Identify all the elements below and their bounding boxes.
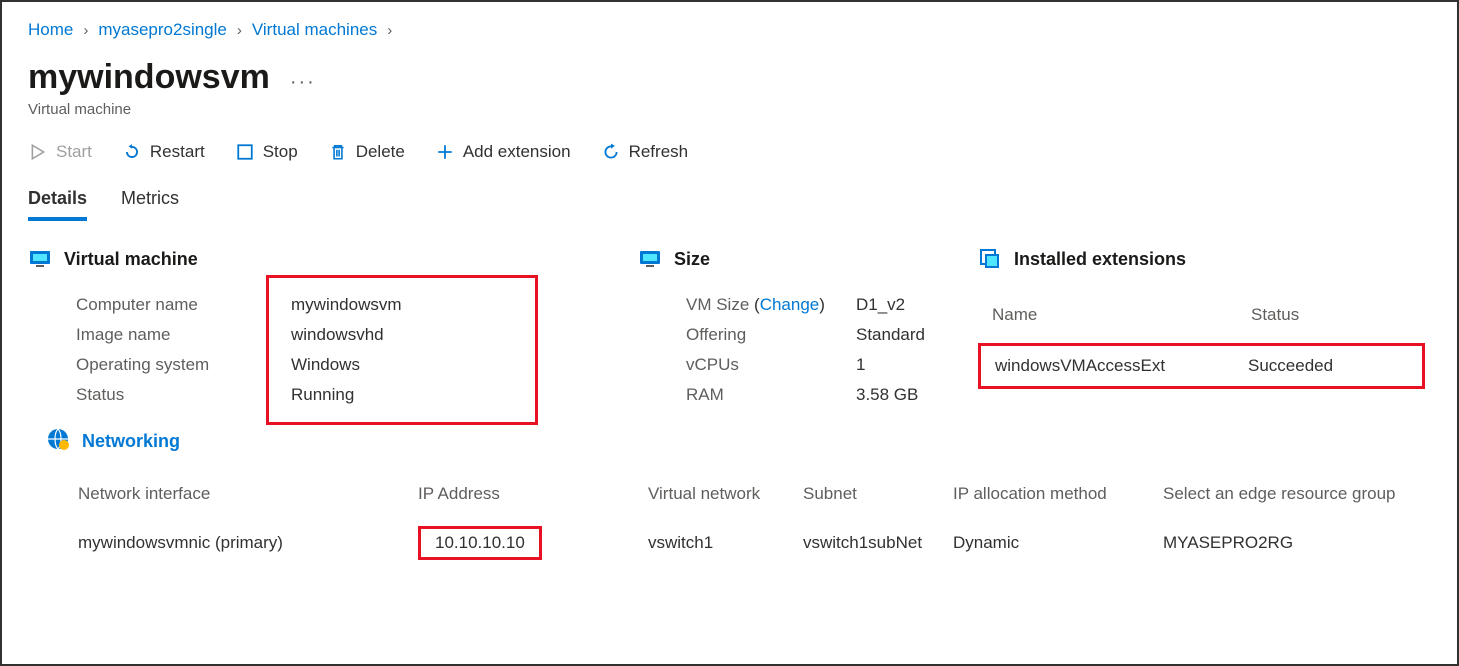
section-networking-title: Networking: [82, 431, 180, 452]
page-title: mywindowsvm: [28, 58, 270, 97]
add-extension-button[interactable]: Add extension: [435, 142, 571, 162]
ext-row-status: Succeeded: [1248, 356, 1408, 376]
net-row-vnet: vswitch1: [648, 533, 803, 553]
start-button: Start: [28, 142, 92, 162]
chevron-right-icon: ›: [83, 22, 88, 39]
value-offering: Standard: [856, 325, 958, 345]
table-row[interactable]: windowsVMAccessExt Succeeded: [978, 343, 1425, 389]
label-offering: Offering: [686, 325, 856, 345]
chevron-right-icon: ›: [237, 22, 242, 39]
section-virtual-machine-title: Virtual machine: [64, 249, 198, 270]
label-status: Status: [76, 385, 291, 405]
value-os: Windows: [291, 355, 618, 375]
vm-icon: [638, 247, 662, 271]
plus-icon: [435, 142, 455, 162]
ext-row-name: windowsVMAccessExt: [995, 356, 1248, 376]
stop-icon: [235, 142, 255, 162]
net-row-edge: MYASEPRO2RG: [1163, 533, 1435, 553]
vm-properties: Computer name mywindowsvm Image name win…: [76, 295, 618, 405]
page-subtitle: Virtual machine: [28, 101, 1435, 118]
value-image-name: windowsvhd: [291, 325, 618, 345]
restart-label: Restart: [150, 142, 205, 162]
start-label: Start: [56, 142, 92, 162]
value-status: Running: [291, 385, 618, 405]
col-ip: IP Address: [418, 484, 648, 504]
col-nic: Network interface: [78, 484, 418, 504]
label-computer-name: Computer name: [76, 295, 291, 315]
stop-button[interactable]: Stop: [235, 142, 298, 162]
command-bar: Start Restart Stop Delete Add extension: [28, 142, 1435, 162]
label-vm-size: VM Size (Change): [686, 295, 856, 315]
globe-icon: [46, 427, 70, 456]
extensions-table-header: Name Status: [978, 295, 1425, 335]
section-size-title: Size: [674, 249, 710, 270]
delete-label: Delete: [356, 142, 405, 162]
vm-icon: [28, 247, 52, 271]
value-vm-size: D1_v2: [856, 295, 958, 315]
label-os: Operating system: [76, 355, 291, 375]
col-alloc: IP allocation method: [953, 484, 1163, 504]
section-extensions-title: Installed extensions: [1014, 249, 1186, 270]
col-vnet: Virtual network: [648, 484, 803, 504]
chevron-right-icon: ›: [387, 22, 392, 39]
change-size-link[interactable]: Change: [760, 295, 820, 314]
refresh-button[interactable]: Refresh: [601, 142, 689, 162]
extensions-table: Name Status windowsVMAccessExt Succeeded: [978, 295, 1425, 389]
col-status: Status: [1251, 305, 1411, 325]
section-extensions: Installed extensions: [978, 247, 1425, 271]
breadcrumb-resource[interactable]: myasepro2single: [98, 20, 227, 40]
breadcrumb-home[interactable]: Home: [28, 20, 73, 40]
net-row-alloc: Dynamic: [953, 533, 1163, 553]
label-ram: RAM: [686, 385, 856, 405]
net-row-nic: mywindowsvmnic (primary): [78, 533, 418, 553]
refresh-icon: [601, 142, 621, 162]
restart-icon: [122, 142, 142, 162]
networking-table: Network interface IP Address Virtual net…: [28, 484, 1435, 560]
col-name: Name: [992, 305, 1251, 325]
delete-button[interactable]: Delete: [328, 142, 405, 162]
trash-icon: [328, 142, 348, 162]
extensions-icon: [978, 247, 1002, 271]
tab-bar: Details Metrics: [28, 188, 1435, 221]
table-row[interactable]: mywindowsvmnic (primary) 10.10.10.10 vsw…: [28, 526, 1435, 560]
stop-label: Stop: [263, 142, 298, 162]
section-networking[interactable]: Networking: [46, 427, 1435, 456]
net-row-subnet: vswitch1subNet: [803, 533, 953, 553]
breadcrumb-section[interactable]: Virtual machines: [252, 20, 377, 40]
col-subnet: Subnet: [803, 484, 953, 504]
tab-details[interactable]: Details: [28, 188, 87, 221]
play-icon: [28, 142, 48, 162]
size-properties: VM Size (Change) D1_v2 Offering Standard…: [686, 295, 958, 405]
value-ram: 3.58 GB: [856, 385, 958, 405]
networking-table-header: Network interface IP Address Virtual net…: [28, 484, 1435, 526]
section-virtual-machine: Virtual machine: [28, 247, 618, 271]
value-vcpus: 1: [856, 355, 958, 375]
refresh-label: Refresh: [629, 142, 689, 162]
tab-metrics[interactable]: Metrics: [121, 188, 179, 221]
label-vcpus: vCPUs: [686, 355, 856, 375]
value-computer-name: mywindowsvm: [291, 295, 618, 315]
net-row-ip: 10.10.10.10: [418, 526, 542, 560]
col-edge: Select an edge resource group: [1163, 484, 1435, 504]
section-size: Size: [638, 247, 958, 271]
add-extension-label: Add extension: [463, 142, 571, 162]
label-image-name: Image name: [76, 325, 291, 345]
restart-button[interactable]: Restart: [122, 142, 205, 162]
more-actions-button[interactable]: ···: [290, 71, 316, 94]
breadcrumb: Home › myasepro2single › Virtual machine…: [28, 20, 1435, 40]
label-vm-size-text: VM Size: [686, 295, 749, 314]
